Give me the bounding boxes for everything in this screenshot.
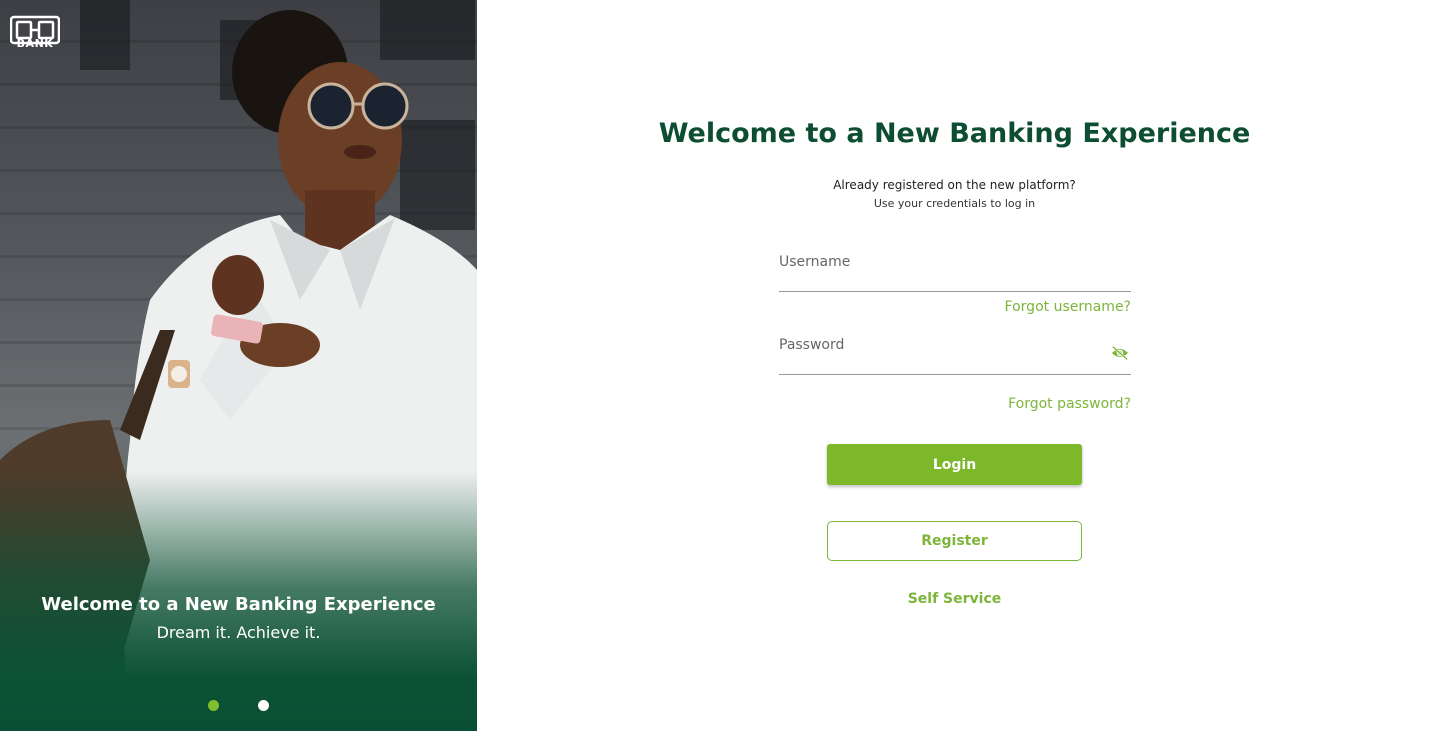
- login-title: Welcome to a New Banking Experience: [658, 118, 1251, 149]
- carousel-indicators: [0, 700, 477, 712]
- forgot-username-link[interactable]: Forgot username?: [779, 299, 1131, 315]
- hero-title: Welcome to a New Banking Experience: [41, 594, 436, 615]
- carousel-dot[interactable]: [258, 700, 269, 711]
- username-input[interactable]: [779, 250, 1131, 291]
- self-service-link[interactable]: Self Service: [477, 591, 1432, 607]
- bank-logo-text: BANK: [16, 37, 54, 50]
- login-instruction: Use your credentials to log in: [873, 197, 1036, 210]
- password-field: [779, 333, 1131, 375]
- username-field: [779, 250, 1131, 292]
- register-button[interactable]: Register: [827, 521, 1082, 561]
- login-question: Already registered on the new platform?: [833, 178, 1076, 192]
- hero-panel: BANK Welcome to a New Banking Experience…: [0, 0, 477, 731]
- password-input[interactable]: [779, 333, 1131, 374]
- hero-subtitle: Dream it. Achieve it.: [156, 623, 321, 642]
- carousel-dot-active[interactable]: [208, 700, 219, 711]
- eye-off-icon[interactable]: [1110, 345, 1130, 361]
- login-button[interactable]: Login: [827, 444, 1082, 485]
- forgot-password-link[interactable]: Forgot password?: [779, 396, 1131, 412]
